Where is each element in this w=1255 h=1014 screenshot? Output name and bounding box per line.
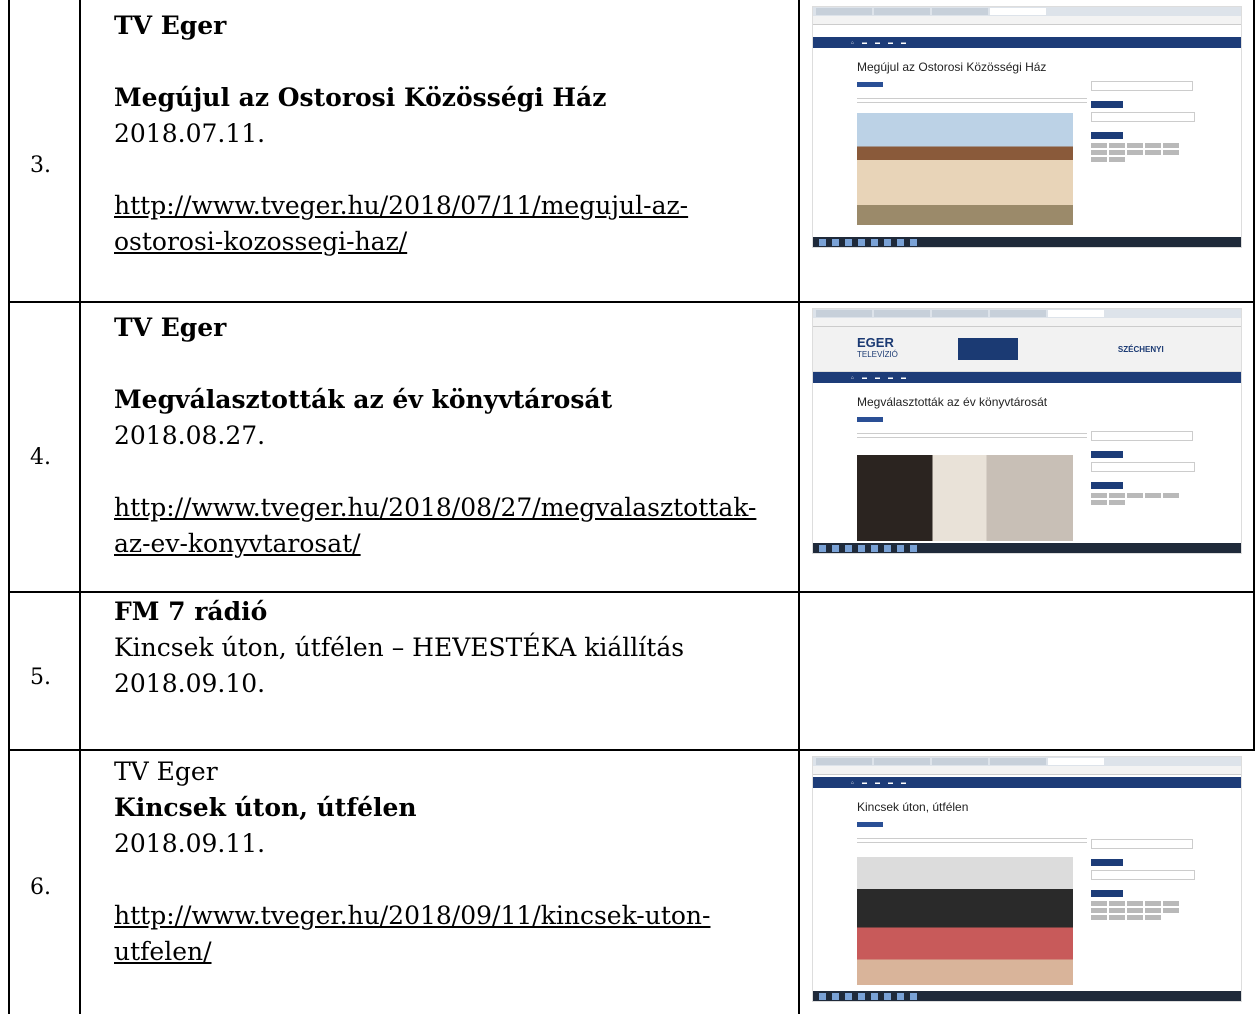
entry-text: TV Eger Megválasztották az év könyvtáros… (114, 310, 794, 562)
source-name: TV Eger (114, 11, 227, 40)
entry-date: 2018.09.10. (114, 669, 266, 698)
source-name: FM 7 rádió (114, 597, 268, 626)
entry-link[interactable]: utfelen/ (114, 934, 794, 970)
entry-title: Kincsek úton, útfélen – HEVESTÉKA kiállí… (114, 633, 685, 662)
screenshot-thumbnail: ⌂ ▬ ▬ ▬ ▬ Megújul az Ostorosi Közösségi Ház (812, 6, 1242, 248)
entry-text: TV Eger Kincsek úton, útfélen 2018.09.11… (114, 754, 794, 970)
entry-text: TV Eger Megújul az Ostorosi Közösségi Há… (114, 8, 794, 260)
entry-date: 2018.07.11. (114, 119, 266, 148)
entry-link[interactable]: az-ev-konyvtarosat/ (114, 526, 794, 562)
row-divider (8, 591, 1255, 593)
source-name: TV Eger (114, 313, 227, 342)
entry-link[interactable]: http://www.tveger.hu/2018/07/11/megujul-… (114, 188, 794, 224)
row-number: 6. (30, 875, 51, 900)
row-divider (8, 749, 1255, 751)
column-divider (79, 0, 81, 1014)
entry-title: Kincsek úton, útfélen (114, 793, 417, 822)
column-divider (798, 0, 800, 1014)
screenshot-heading: Kincsek úton, útfélen (857, 800, 969, 814)
screenshot-heading: Megválasztották az év könyvtárosát (857, 395, 1048, 409)
entry-date: 2018.09.11. (114, 829, 266, 858)
screenshot-heading: Megújul az Ostorosi Közösségi Ház (857, 60, 1047, 74)
site-logo: EGER TELEVÍZIÓ (857, 335, 898, 359)
entry-link[interactable]: http://www.tveger.hu/2018/08/27/megvalas… (114, 490, 794, 526)
site-banner: EGER TELEVÍZIÓ SZÉCHENYI (813, 327, 1241, 372)
row-number: 4. (30, 445, 51, 470)
row-number: 5. (30, 665, 51, 690)
news-photo (857, 857, 1073, 985)
news-photo (857, 455, 1073, 541)
entry-link[interactable]: http://www.tveger.hu/2018/09/11/kincsek-… (114, 898, 794, 934)
entry-text: FM 7 rádió Kincsek úton, útfélen – HEVES… (114, 594, 794, 702)
entry-date: 2018.08.27. (114, 421, 266, 450)
screenshot-thumbnail: ⌂ ▬ ▬ ▬ ▬ Kincsek úton, útfélen (812, 756, 1242, 1002)
row-number: 3. (30, 153, 51, 178)
row-divider (8, 301, 1255, 303)
entry-link[interactable]: ostorosi-kozossegi-haz/ (114, 224, 794, 260)
entry-title: Megválasztották az év könyvtárosát (114, 385, 613, 414)
source-name: TV Eger (114, 757, 218, 786)
entry-title: Megújul az Ostorosi Közösségi Ház (114, 83, 607, 112)
eu-flag-icon (957, 338, 1018, 360)
screenshot-thumbnail: EGER TELEVÍZIÓ SZÉCHENYI ⌂ ▬ ▬ ▬ ▬ Megválasz… (812, 308, 1242, 554)
news-photo (857, 113, 1073, 225)
column-divider (8, 0, 10, 1014)
